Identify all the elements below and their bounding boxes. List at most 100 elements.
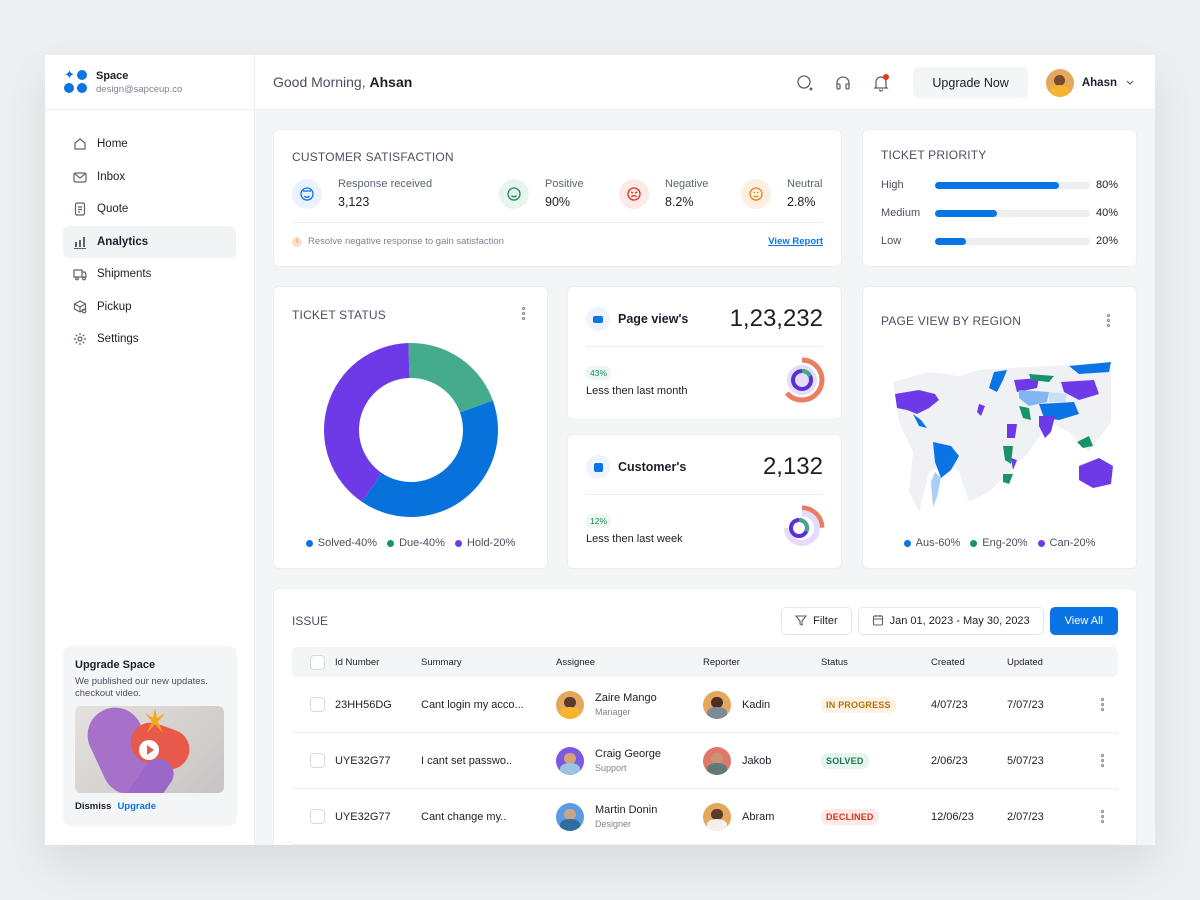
issue-id: UYE32G77 — [335, 810, 391, 823]
assignee-name: Zaire Mango — [595, 692, 657, 704]
row-menu-icon[interactable] — [1101, 810, 1104, 823]
sidebar-item-analytics[interactable]: Analytics — [63, 225, 236, 258]
priority-value: 20% — [1095, 235, 1118, 247]
assignee-avatar — [556, 746, 584, 775]
page-view-region-card: PAGE VIEW BY REGION Aus-60% Eng-20% Can-… — [862, 286, 1137, 569]
assignee-role: Designer — [595, 819, 632, 829]
satisfaction-note: i Resolve negative response to gain sati… — [292, 236, 504, 247]
sidebar-item-quote[interactable]: Quote — [63, 193, 236, 225]
select-all-checkbox[interactable] — [310, 654, 325, 670]
issue-summary: Cant change my.. — [421, 810, 507, 823]
headset-icon[interactable] — [831, 71, 855, 95]
stat-positive: Positive 90% — [499, 178, 619, 209]
topbar: Good Morning, Ahsan Upgrade Now Ahasn — [255, 55, 1155, 110]
dismiss-button[interactable]: Dismiss — [75, 801, 111, 812]
column-header[interactable]: Id Number — [335, 657, 421, 668]
issues-card: ISSUE Filter Jan 01, 2023 - May 30, 2023… — [273, 588, 1137, 845]
donut-slice-due[interactable] — [408, 343, 493, 413]
date-range-picker[interactable]: Jan 01, 2023 - May 30, 2023 — [857, 607, 1044, 635]
table-header: Id Number Summary Assignee Reporter Stat… — [292, 647, 1118, 677]
column-header[interactable]: Reporter — [703, 657, 821, 668]
more-options-icon[interactable] — [522, 307, 525, 320]
change-text: Less then last month — [586, 385, 688, 397]
sidebar-item-label: Analytics — [97, 235, 149, 248]
donut-slice-solved[interactable] — [361, 400, 498, 517]
view-all-button[interactable]: View All — [1049, 607, 1118, 635]
status-badge: SOLVED — [821, 752, 869, 769]
priority-label: Low — [881, 235, 902, 247]
region-south-africa — [1003, 474, 1013, 484]
more-options-icon[interactable] — [1107, 314, 1110, 327]
column-header[interactable]: Updated — [1007, 657, 1087, 668]
sidebar-item-label: Settings — [97, 333, 139, 345]
column-header[interactable]: Assignee — [556, 657, 703, 668]
priority-bar-fill — [935, 181, 1059, 189]
stat-value: 3,123 — [338, 195, 370, 209]
priority-label: High — [881, 179, 904, 191]
card-title: PAGE VIEW BY REGION — [881, 314, 1022, 328]
legend-item-can: Can-20% — [1037, 537, 1095, 549]
row-checkbox[interactable] — [310, 809, 325, 824]
customers-mini-chart — [779, 505, 825, 551]
row-menu-icon[interactable] — [1101, 754, 1104, 767]
sidebar-item-pickup[interactable]: Pickup — [63, 291, 236, 323]
customer-satisfaction-card: CUSTOMER SATISFACTION Response received 3… — [273, 129, 842, 267]
view-report-link[interactable]: View Report — [768, 236, 823, 247]
column-header[interactable]: Summary — [421, 657, 556, 668]
region-argentina — [931, 472, 941, 507]
date-range-label: Jan 01, 2023 - May 30, 2023 — [889, 615, 1030, 627]
column-header[interactable]: Status — [821, 657, 931, 668]
upgrade-now-button[interactable]: Upgrade Now — [913, 67, 1028, 98]
user-menu[interactable]: Ahasn — [1045, 68, 1135, 97]
upgrade-link[interactable]: Upgrade — [117, 801, 156, 812]
row-menu-icon[interactable] — [1101, 698, 1104, 711]
reporter-avatar — [703, 690, 731, 719]
stat-negative: Negative 8.2% — [619, 178, 741, 209]
change-text: Less then last week — [586, 533, 683, 545]
video-thumbnail[interactable] — [75, 706, 224, 793]
column-header[interactable]: Created — [931, 657, 1007, 668]
table-row[interactable]: 23HH56DG Cant login my acco... Zaire Man… — [292, 677, 1118, 733]
assignee-avatar — [556, 690, 584, 719]
customers-card: Customer's 2,132 12% Less then last week — [567, 434, 842, 569]
play-icon[interactable] — [139, 740, 159, 760]
table-row[interactable]: UYE32G77 I cant set passwo.. Craig Georg… — [292, 733, 1118, 789]
info-icon[interactable]: i — [292, 236, 302, 247]
filter-label: Filter — [813, 615, 838, 627]
sidebar-item-inbox[interactable]: Inbox — [63, 161, 236, 193]
change-badge: 12% — [586, 514, 612, 528]
donut-slice-hold[interactable] — [323, 343, 410, 502]
sidebar-item-settings[interactable]: Settings — [63, 323, 236, 355]
issue-summary: Cant login my acco... — [421, 698, 524, 711]
filter-icon — [795, 614, 808, 629]
filter-button[interactable]: Filter — [781, 607, 852, 635]
updated-date: 2/07/23 — [1007, 810, 1044, 823]
notification-dot — [883, 73, 890, 80]
stat-name: Page view's — [618, 312, 689, 326]
sidebar-item-shipments[interactable]: Shipments — [63, 258, 236, 290]
row-checkbox[interactable] — [310, 753, 325, 768]
card-title: TICKET STATUS — [292, 308, 386, 322]
search-icon[interactable] — [793, 71, 817, 95]
updated-date: 7/07/23 — [1007, 698, 1044, 711]
sidebar-item-home[interactable]: Home — [63, 128, 236, 160]
issue-id: UYE32G77 — [335, 754, 391, 767]
user-name: Ahasn — [1081, 76, 1117, 89]
chevron-down-icon — [1125, 74, 1135, 92]
row-checkbox[interactable] — [310, 697, 325, 712]
priority-label: Medium — [881, 207, 921, 219]
stat-neutral: Neutral 2.8% — [741, 178, 822, 209]
stat-label: Positive — [545, 178, 584, 190]
assignee-avatar — [556, 802, 584, 831]
logo-icon: ✦ — [64, 68, 88, 94]
package-search-icon — [73, 299, 87, 314]
document-icon — [73, 202, 87, 216]
upgrade-card: Upgrade Space We published our new updat… — [63, 646, 237, 826]
table-row[interactable]: UYE32G77 Cant change my.. Martin Donin De… — [292, 789, 1118, 845]
bell-icon[interactable] — [869, 71, 893, 95]
divider — [292, 222, 823, 223]
page-views-mini-chart — [779, 357, 825, 403]
status-badge: IN PROGRESS — [821, 696, 896, 713]
stat-label: Negative — [665, 178, 709, 190]
legend-item-solved: Solved-40% — [305, 537, 377, 549]
